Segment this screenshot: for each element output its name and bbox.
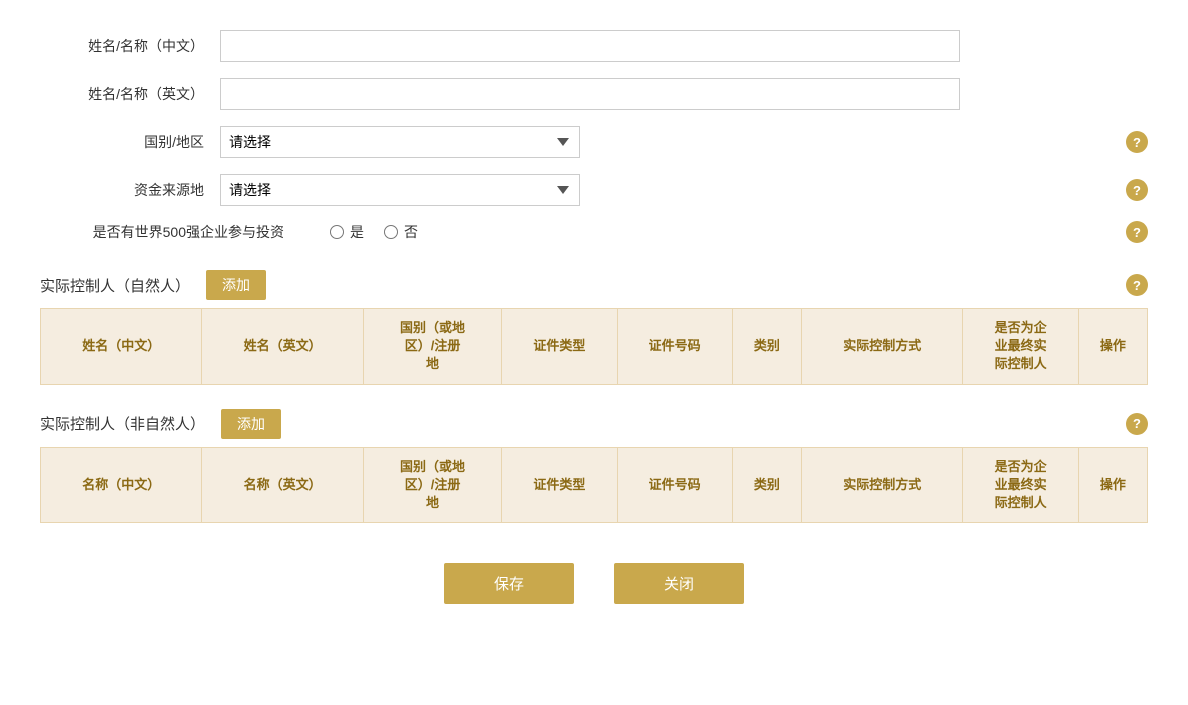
col-control-method-2: 实际控制方式 — [802, 447, 963, 523]
name-cn-input[interactable] — [220, 30, 960, 62]
non-natural-person-help-icon[interactable]: ? — [1126, 413, 1148, 435]
fund-source-label: 资金来源地 — [40, 180, 220, 200]
country-help-icon[interactable]: ? — [1126, 131, 1148, 153]
natural-person-header: 实际控制人（自然人） 添加 ? — [40, 262, 1148, 308]
col-cert-no-2: 证件号码 — [617, 447, 732, 523]
col-name-cn: 姓名（中文） — [41, 309, 202, 385]
name-en-input[interactable] — [220, 78, 960, 110]
natural-person-help-icon[interactable]: ? — [1126, 274, 1148, 296]
non-natural-person-header: 实际控制人（非自然人） 添加 ? — [40, 401, 1148, 447]
col-name-en: 姓名（英文） — [202, 309, 363, 385]
col-is-final-controller: 是否为企业最终实际控制人 — [963, 309, 1078, 385]
fortune500-no-radio[interactable] — [384, 225, 398, 239]
col-country-2: 国别（或地区）/注册地 — [363, 447, 501, 523]
country-select[interactable]: 请选择 — [220, 126, 580, 158]
non-natural-person-title: 实际控制人（非自然人） — [40, 413, 205, 434]
col-country: 国别（或地区）/注册地 — [363, 309, 501, 385]
form-section: 姓名/名称（中文） 姓名/名称（英文） 国别/地区 请选择 ? 资金来源地 请选… — [40, 30, 1148, 242]
non-natural-person-add-button[interactable]: 添加 — [221, 409, 281, 439]
country-row: 国别/地区 请选择 ? — [40, 126, 1148, 158]
page-container: 姓名/名称（中文） 姓名/名称（英文） 国别/地区 请选择 ? 资金来源地 请选… — [0, 0, 1188, 644]
col-category: 类别 — [732, 309, 801, 385]
natural-person-title: 实际控制人（自然人） — [40, 275, 190, 296]
button-row: 保存 关闭 — [40, 563, 1148, 604]
col-cert-type-2: 证件类型 — [502, 447, 617, 523]
col-name-cn-2: 名称（中文） — [41, 447, 202, 523]
non-natural-person-table-header-row: 名称（中文） 名称（英文） 国别（或地区）/注册地 证件类型 证件号码 类别 实… — [41, 447, 1148, 523]
fortune500-yes-label: 是 — [350, 222, 364, 242]
natural-person-add-button[interactable]: 添加 — [206, 270, 266, 300]
fund-source-help-icon[interactable]: ? — [1126, 179, 1148, 201]
non-natural-person-table: 名称（中文） 名称（英文） 国别（或地区）/注册地 证件类型 证件号码 类别 实… — [40, 447, 1148, 524]
fortune500-help-icon[interactable]: ? — [1126, 221, 1148, 243]
name-en-row: 姓名/名称（英文） — [40, 78, 1148, 110]
country-label: 国别/地区 — [40, 132, 220, 152]
name-en-label: 姓名/名称（英文） — [40, 84, 220, 104]
natural-person-table: 姓名（中文） 姓名（英文） 国别（或地区）/注册地 证件类型 证件号码 类别 实… — [40, 308, 1148, 385]
col-operation: 操作 — [1078, 309, 1147, 385]
fortune500-label: 是否有世界500强企业参与投资 — [40, 222, 300, 242]
col-cert-no: 证件号码 — [617, 309, 732, 385]
col-control-method: 实际控制方式 — [802, 309, 963, 385]
col-operation-2: 操作 — [1078, 447, 1147, 523]
name-cn-label: 姓名/名称（中文） — [40, 36, 220, 56]
col-category-2: 类别 — [732, 447, 801, 523]
close-button[interactable]: 关闭 — [614, 563, 744, 604]
save-button[interactable]: 保存 — [444, 563, 574, 604]
fortune500-no-option[interactable]: 否 — [384, 222, 418, 242]
non-natural-person-section: 实际控制人（非自然人） 添加 ? 名称（中文） 名称（英文） 国别（或地区）/注… — [40, 401, 1148, 524]
fortune500-row: 是否有世界500强企业参与投资 是 否 ? — [40, 222, 1148, 242]
fortune500-yes-radio[interactable] — [330, 225, 344, 239]
col-is-final-controller-2: 是否为企业最终实际控制人 — [963, 447, 1078, 523]
fortune500-radio-group: 是 否 — [330, 222, 418, 242]
fortune500-yes-option[interactable]: 是 — [330, 222, 364, 242]
natural-person-section: 实际控制人（自然人） 添加 ? 姓名（中文） 姓名（英文） 国别（或地区）/注册… — [40, 262, 1148, 385]
fortune500-no-label: 否 — [404, 222, 418, 242]
fund-source-row: 资金来源地 请选择 ? — [40, 174, 1148, 206]
col-cert-type: 证件类型 — [502, 309, 617, 385]
fund-source-select[interactable]: 请选择 — [220, 174, 580, 206]
natural-person-table-header-row: 姓名（中文） 姓名（英文） 国别（或地区）/注册地 证件类型 证件号码 类别 实… — [41, 309, 1148, 385]
col-name-en-2: 名称（英文） — [202, 447, 363, 523]
name-cn-row: 姓名/名称（中文） — [40, 30, 1148, 62]
